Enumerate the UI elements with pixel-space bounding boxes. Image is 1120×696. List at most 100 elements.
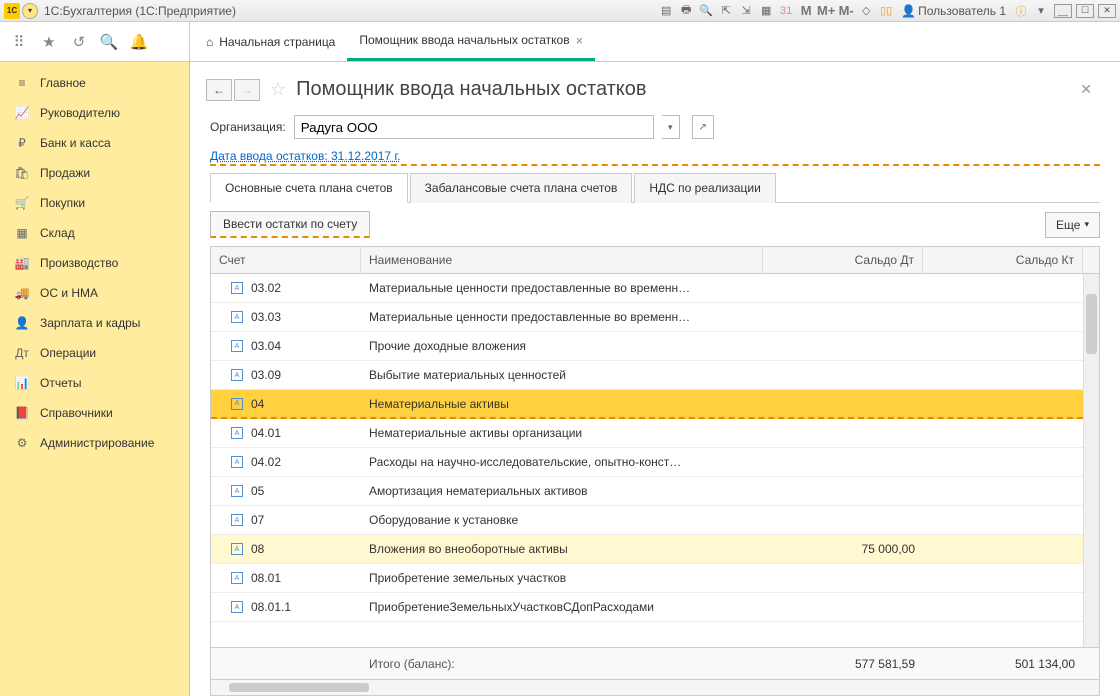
sidebar-item-7[interactable]: 🚚 ОС и НМА [0,278,189,308]
table-row[interactable]: A08.01Приобретение земельных участков [211,564,1083,593]
col-debit[interactable]: Сальдо Дт [763,247,923,273]
table-row[interactable]: A04Нематериальные активы [211,390,1083,419]
page-title: Помощник ввода начальных остатков [296,78,646,101]
more-button[interactable]: Еще ▾ [1045,212,1100,238]
sidebar-item-label: Банк и касса [40,136,111,150]
page-close-icon[interactable]: ✕ [1080,81,1100,98]
table-row[interactable]: A05Амортизация нематериальных активов [211,477,1083,506]
table-row[interactable]: A03.09Выбытие материальных ценностей [211,361,1083,390]
toolbar-export-icon[interactable]: ⇱ [717,3,735,19]
nav-forward-button[interactable]: → [234,79,260,101]
table-row[interactable]: A03.03Материальные ценности предоставлен… [211,303,1083,332]
toolbar-mminus-icon[interactable]: M- [837,3,855,19]
cell-account: 03.04 [251,339,281,353]
table-row[interactable]: A03.04Прочие доходные вложения [211,332,1083,361]
sidebar-item-label: Операции [40,346,96,360]
window-maximize-icon[interactable]: ☐ [1076,4,1094,18]
table-body[interactable]: A03.02Материальные ценности предоставлен… [211,274,1083,647]
history-icon[interactable]: ↺ [70,33,88,51]
bell-icon[interactable]: 🔔 [130,33,148,51]
table-row[interactable]: A03.02Материальные ценности предоставлен… [211,274,1083,303]
h-scrollbar-thumb[interactable] [229,683,369,692]
window-title: 1С:Бухгалтерия (1С:Предприятие) [44,4,236,18]
cell-account: 07 [251,513,264,527]
table-row[interactable]: A04.02Расходы на научно-исследовательски… [211,448,1083,477]
cell-name: Амортизация нематериальных активов [369,484,588,498]
window-minimize-icon[interactable]: __ [1054,4,1072,18]
sidebar-item-2[interactable]: ₽Банк и касса [0,128,189,158]
sidebar-icon: 🚚 [14,286,30,300]
sidebar-item-1[interactable]: 📈Руководителю [0,98,189,128]
star-icon[interactable]: ★ [40,33,58,51]
sidebar-icon: 📕 [14,406,30,420]
col-scroll-spacer [1083,247,1099,273]
inner-tab-1[interactable]: Забалансовые счета плана счетов [410,173,633,203]
favorite-star-icon[interactable]: ☆ [270,79,286,100]
scrollbar-thumb[interactable] [1086,294,1097,354]
account-type-icon: A [231,398,243,410]
apps-icon[interactable]: ⠿ [10,33,28,51]
sidebar-item-11[interactable]: 📕Справочники [0,398,189,428]
inner-tab-0[interactable]: Основные счета плана счетов [210,173,408,203]
toolbar-info-drop-icon[interactable]: ▾ [1032,3,1050,19]
app-menu-dropdown[interactable]: ▾ [22,3,38,19]
search-icon[interactable]: 🔍 [100,33,118,51]
sidebar-icon: 📊 [14,376,30,390]
sidebar-icon: 🛒 [14,196,30,210]
nav-back-button[interactable]: ← [206,79,232,101]
enter-balances-button[interactable]: Ввести остатки по счету [210,211,370,238]
account-type-icon: A [231,572,243,584]
toolbar-print-icon[interactable]: 🖶 [677,3,695,19]
toolbar-mplus-icon[interactable]: M+ [817,3,835,19]
sidebar-item-6[interactable]: 🏭Производство [0,248,189,278]
tab-home[interactable]: ⌂ Начальная страница [194,22,347,61]
window-close-icon[interactable]: ✕ [1098,4,1116,18]
toolbar-save-icon[interactable]: ▤ [657,3,675,19]
cell-name: ПриобретениеЗемельныхУчастковСДопРасхода… [369,600,654,614]
horizontal-scrollbar[interactable] [210,680,1100,696]
col-name[interactable]: Наименование [361,247,763,273]
org-dropdown-icon[interactable]: ▾ [662,115,680,139]
cell-name: Вложения во внеоборотные активы [369,542,568,556]
org-open-icon[interactable]: ↗ [692,115,714,139]
col-account[interactable]: Счет [211,247,361,273]
cell-account: 03.09 [251,368,281,382]
cell-account: 04 [251,397,264,411]
sidebar-item-label: ОС и НМА [40,286,98,300]
tab-close-icon[interactable]: × [576,33,584,48]
table-row[interactable]: A04.01Нематериальные активы организации [211,419,1083,448]
cell-account: 04.01 [251,426,281,440]
toolbar-m-icon[interactable]: M [797,3,815,19]
account-type-icon: A [231,311,243,323]
sidebar-item-0[interactable]: ≡Главное [0,68,189,98]
table-row[interactable]: A08Вложения во внеоборотные активы75 000… [211,535,1083,564]
toolbar-info-icon[interactable]: ⓘ [1012,3,1030,19]
cell-account: 03.03 [251,310,281,324]
toolbar-calc-icon[interactable]: ▦ [757,3,775,19]
toolbar-calendar-icon[interactable]: 31 [777,3,795,19]
cell-account: 04.02 [251,455,281,469]
sidebar-icon: ≡ [14,76,30,90]
col-credit[interactable]: Сальдо Кт [923,247,1083,273]
sidebar-item-3[interactable]: 🛍Продажи [0,158,189,188]
org-input[interactable] [294,115,654,139]
date-link[interactable]: Дата ввода остатков: 31.12.2017 г. [210,149,1100,166]
vertical-scrollbar[interactable] [1083,274,1099,647]
toolbar-import-icon[interactable]: ⇲ [737,3,755,19]
sidebar-item-12[interactable]: ⚙Администрирование [0,428,189,458]
table-row[interactable]: A08.01.1ПриобретениеЗемельныхУчастковСДо… [211,593,1083,622]
user-label[interactable]: 👤Пользователь 1 [901,4,1006,18]
toolbar-bookmark-icon[interactable]: ◇ [857,3,875,19]
sidebar-item-9[interactable]: ДтОперации [0,338,189,368]
table-row[interactable]: A07Оборудование к установке [211,506,1083,535]
toolbar-preview-icon[interactable]: 🔍 [697,3,715,19]
sidebar-item-5[interactable]: ▦Склад [0,218,189,248]
inner-tab-2[interactable]: НДС по реализации [634,173,775,203]
toolbar-panels-icon[interactable]: ▯▯ [877,3,895,19]
sidebar-item-8[interactable]: 👤Зарплата и кадры [0,308,189,338]
sidebar-item-label: Продажи [40,166,90,180]
sidebar-item-4[interactable]: 🛒Покупки [0,188,189,218]
sidebar-item-10[interactable]: 📊 Отчеты [0,368,189,398]
sidebar-item-label: Отчеты [40,376,81,390]
tab-active[interactable]: Помощник ввода начальных остатков × [347,22,595,61]
